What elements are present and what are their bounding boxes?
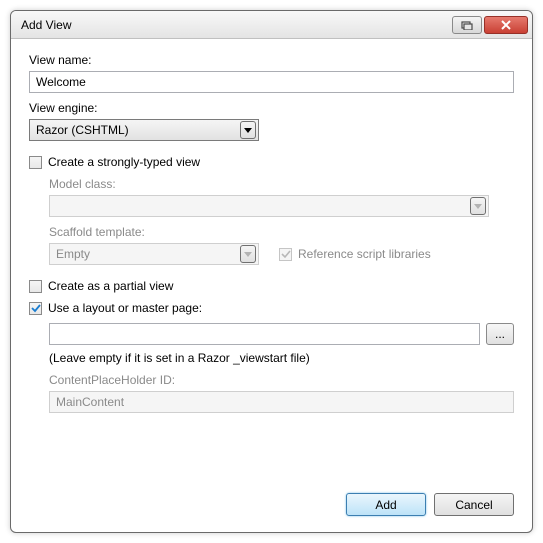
reference-script-label: Reference script libraries xyxy=(298,247,431,261)
chevron-down-icon xyxy=(240,121,256,139)
view-name-label: View name: xyxy=(29,53,514,67)
ellipsis-icon: ... xyxy=(495,327,505,341)
view-engine-combo[interactable]: Razor (CSHTML) xyxy=(29,119,259,141)
scaffold-template-value: Empty xyxy=(56,247,240,261)
strongly-typed-row: Create a strongly-typed view xyxy=(29,155,514,169)
chevron-down-icon xyxy=(240,245,256,263)
strongly-typed-checkbox[interactable] xyxy=(29,156,42,169)
chevron-down-icon xyxy=(470,197,486,215)
add-button[interactable]: Add xyxy=(346,493,426,516)
use-layout-checkbox[interactable] xyxy=(29,302,42,315)
cancel-button[interactable]: Cancel xyxy=(434,493,514,516)
view-name-input[interactable] xyxy=(29,71,514,93)
add-view-dialog: Add View View name: View engine: Razor (… xyxy=(10,10,533,533)
window-title: Add View xyxy=(21,18,450,32)
dialog-content: View name: View engine: Razor (CSHTML) C… xyxy=(11,39,532,532)
partial-view-label: Create as a partial view xyxy=(48,279,173,293)
reference-script-row: Reference script libraries xyxy=(279,247,431,261)
layout-path-input[interactable] xyxy=(49,323,480,345)
model-class-label: Model class: xyxy=(49,177,514,191)
partial-view-checkbox[interactable] xyxy=(29,280,42,293)
cph-input xyxy=(49,391,514,413)
strongly-typed-section: Model class: Scaffold template: Empty Re… xyxy=(49,169,514,265)
scaffold-template-combo: Empty xyxy=(49,243,259,265)
close-button[interactable] xyxy=(484,16,528,34)
strongly-typed-label: Create a strongly-typed view xyxy=(48,155,200,169)
view-engine-value: Razor (CSHTML) xyxy=(36,123,240,137)
minimize-restore-icon xyxy=(461,20,473,30)
model-class-combo xyxy=(49,195,489,217)
layout-section: ... (Leave empty if it is set in a Razor… xyxy=(49,315,514,413)
cph-label: ContentPlaceHolder ID: xyxy=(49,373,514,387)
close-icon xyxy=(500,20,512,30)
use-layout-label: Use a layout or master page: xyxy=(48,301,202,315)
partial-view-row: Create as a partial view xyxy=(29,279,514,293)
use-layout-row: Use a layout or master page: xyxy=(29,301,514,315)
dialog-footer: Add Cancel xyxy=(29,483,514,520)
reference-script-checkbox xyxy=(279,248,292,261)
minimize-button[interactable] xyxy=(452,16,482,34)
titlebar: Add View xyxy=(11,11,532,39)
scaffold-template-label: Scaffold template: xyxy=(49,225,514,239)
check-icon xyxy=(281,249,291,259)
browse-button[interactable]: ... xyxy=(486,323,514,345)
view-engine-label: View engine: xyxy=(29,101,514,115)
check-icon xyxy=(31,303,41,313)
layout-hint: (Leave empty if it is set in a Razor _vi… xyxy=(49,351,514,365)
